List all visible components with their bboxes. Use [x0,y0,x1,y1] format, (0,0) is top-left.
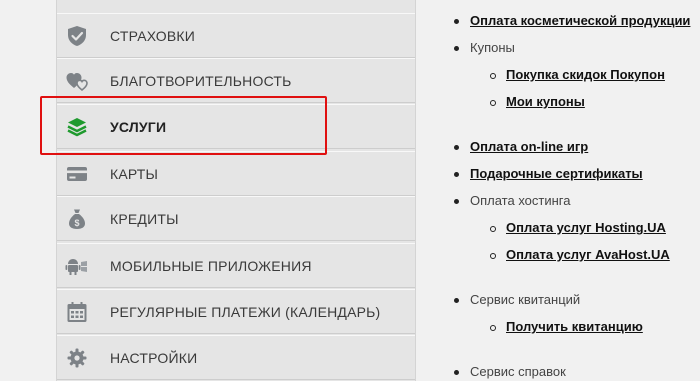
money-bag-icon: $ [69,209,85,229]
bullet [454,19,459,24]
bullet [454,199,459,204]
bullet [454,298,459,303]
list-item: Оплата услуг AvaHost.UA [490,247,670,262]
link-pokupon-discounts[interactable]: Покупка скидок Покупон [506,67,665,82]
bullet [490,226,496,232]
sidebar-item-label: МОБИЛЬНЫЕ ПРИЛОЖЕНИЯ [110,258,312,274]
list-item: Оплата хостинга [454,193,571,208]
link-avahost-ua[interactable]: Оплата услуг AvaHost.UA [506,247,670,262]
calendar-icon [67,302,87,322]
list-item: Сервис справок [454,364,566,379]
bullet [454,172,459,177]
group-label-receipts: Сервис квитанций [470,292,581,307]
group-label-hosting: Оплата хостинга [470,193,571,208]
sidebar-item-label: КРЕДИТЫ [110,211,179,227]
sidebar-item-credits[interactable]: $ КРЕДИТЫ [57,196,415,241]
link-gift-certificates[interactable]: Подарочные сертификаты [470,166,643,181]
link-get-receipt[interactable]: Получить квитанцию [506,319,643,334]
group-label-coupons: Купоны [470,40,515,55]
bullet [490,253,496,259]
link-my-coupons[interactable]: Мои купоны [506,94,585,109]
mobile-apps-icon [65,259,87,275]
list-item: Оплата услуг Hosting.UA [490,220,666,235]
hearts-icon [66,73,88,92]
sidebar-item-recurring-payments[interactable]: РЕГУЛЯРНЫЕ ПЛАТЕЖИ (КАЛЕНДАРЬ) [57,289,415,334]
sidebar-menu: СТРАХОВКИ БЛАГОТВОРИТЕЛЬНОСТЬ УСЛУГИ КАР… [56,0,416,381]
bullet [454,370,459,375]
services-list: Оплата косметической продукции Купоны По… [416,0,700,381]
bullet [454,145,459,150]
sidebar-item-label: СТРАХОВКИ [110,28,196,44]
sidebar-item-insurance[interactable]: СТРАХОВКИ [57,13,415,58]
link-hosting-ua[interactable]: Оплата услуг Hosting.UA [506,220,666,235]
sidebar-item-cards[interactable]: КАРТЫ [57,151,415,196]
list-item: Получить квитанцию [490,319,643,334]
list-item: Оплата косметической продукции [454,13,690,28]
list-item: Мои купоны [490,94,585,109]
bullet [454,46,459,51]
sidebar-item-label: РЕГУЛЯРНЫЕ ПЛАТЕЖИ (КАЛЕНДАРЬ) [110,304,381,320]
list-item: Покупка скидок Покупон [490,67,665,82]
sidebar-item-label: КАРТЫ [110,166,159,182]
sidebar-item-settings[interactable]: НАСТРОЙКИ [57,335,415,380]
list-item: Сервис квитанций [454,292,580,307]
list-item: Оплата on-line игр [454,139,588,154]
page-left-margin [0,0,56,381]
sidebar-item-label: НАСТРОЙКИ [110,350,198,366]
list-item: Подарочные сертификаты [454,166,643,181]
link-cosmetics-payment[interactable]: Оплата косметической продукции [470,13,690,28]
group-label-certificates: Сервис справок [470,364,566,379]
list-item: Купоны [454,40,515,55]
svg-text:$: $ [74,218,79,228]
shield-check-icon [68,26,86,46]
sidebar-item-mobile-apps[interactable]: МОБИЛЬНЫЕ ПРИЛОЖЕНИЯ [57,243,415,288]
credit-card-icon [67,167,87,181]
link-online-games-payment[interactable]: Оплата on-line игр [470,139,588,154]
bullet [490,73,496,79]
bullet [490,325,496,331]
selection-highlight-frame [40,96,327,155]
bullet [490,100,496,106]
gear-icon [67,348,87,368]
